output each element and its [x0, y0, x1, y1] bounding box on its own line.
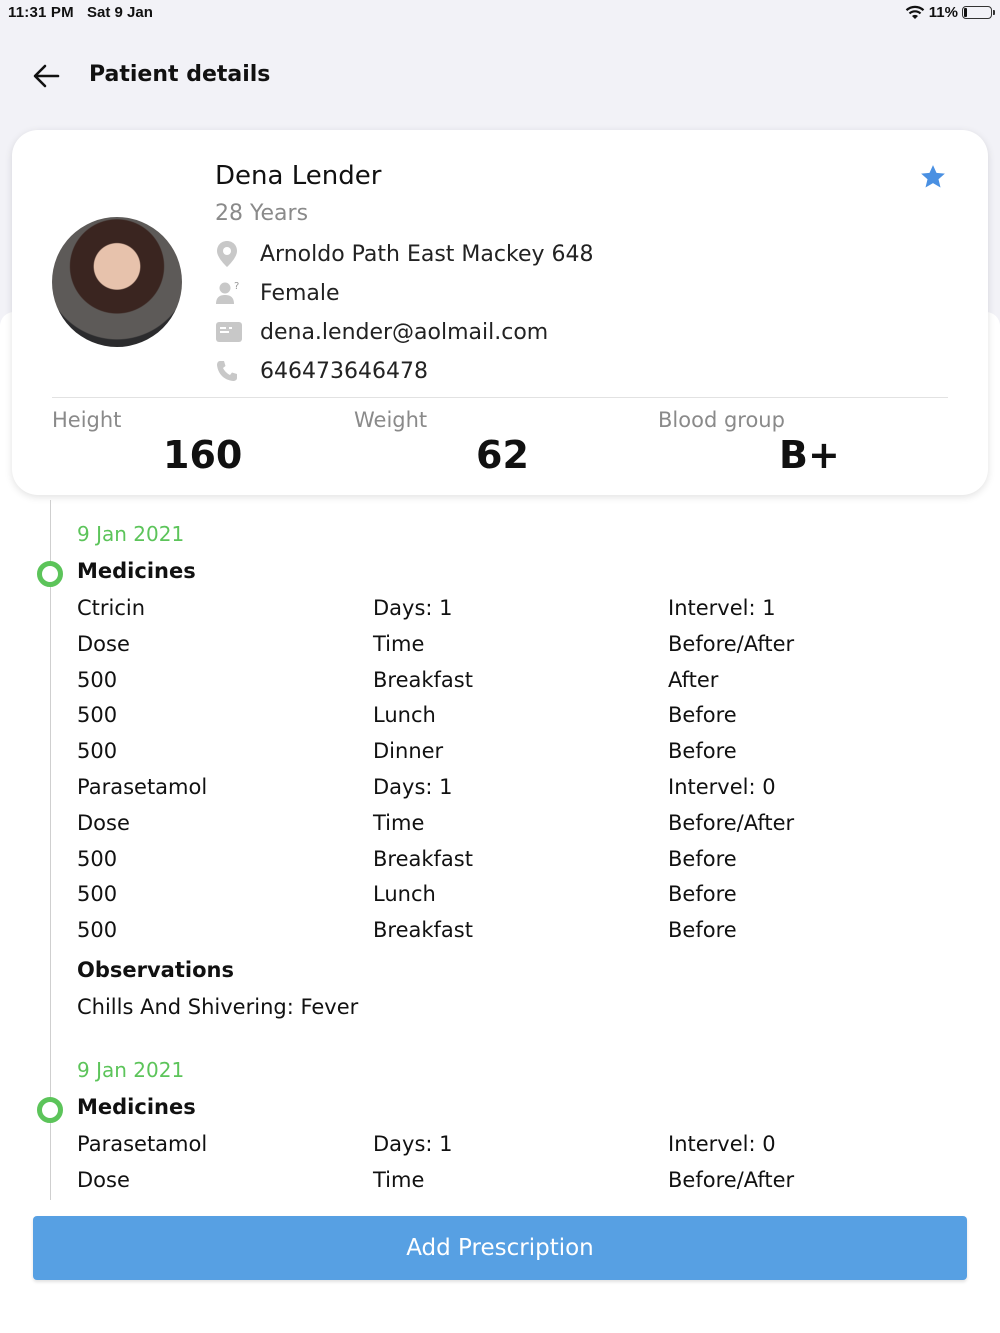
medicine-cell-interval: Before/After	[668, 810, 795, 835]
medicine-row: 500 Dinner Before	[77, 739, 977, 769]
medicine-cell-interval: Intervel: 0	[668, 775, 776, 799]
card-divider	[52, 397, 948, 398]
medicine-cell-name: 500	[77, 846, 118, 871]
medicine-cell-interval: Before	[668, 918, 737, 943]
address-row: Arnoldo Path East Mackey 648	[215, 238, 593, 270]
medicines-heading: Medicines	[77, 559, 196, 583]
patient-age: 28 Years	[215, 201, 309, 226]
medicine-cell-time: Lunch	[373, 703, 436, 728]
weight-value: 62	[476, 433, 529, 477]
medicine-cell-name: Parasetamol	[77, 1132, 208, 1156]
arrow-left-icon	[33, 64, 60, 88]
gender-person-icon: ?	[215, 277, 249, 309]
medicine-row: 500 Breakfast After	[77, 668, 977, 698]
status-bar: 11:31 PM Sat 9 Jan 11%	[0, 0, 1000, 30]
battery-icon	[962, 6, 995, 19]
patient-phone: 646473646478	[260, 358, 428, 384]
patient-email: dena.lender@aolmail.com	[260, 319, 549, 345]
nav-bar: Patient details	[0, 50, 1000, 102]
medicine-row: 500 Breakfast Before	[77, 918, 977, 948]
medicine-cell-time: Days: 1	[373, 1132, 453, 1156]
medicine-cell-interval: Before/After	[668, 1168, 795, 1192]
email-card-icon	[215, 316, 249, 348]
medicine-cell-name: 500	[77, 667, 118, 692]
add-prescription-button[interactable]: Add Prescription	[33, 1216, 967, 1280]
medicine-row: 500 Lunch Before	[77, 703, 977, 733]
medicine-cell-time: Breakfast	[373, 846, 473, 871]
medicine-cell-interval: After	[668, 667, 719, 692]
timeline-dot-icon	[37, 561, 63, 587]
medicine-cell-time: Breakfast	[373, 918, 473, 943]
medicine-cell-time: Days: 1	[373, 775, 453, 799]
medicine-row: Parasetamol Days: 1 Intervel: 0	[77, 775, 977, 805]
page-title: Patient details	[89, 62, 271, 87]
observations-text: Chills And Shivering: Fever	[77, 995, 359, 1019]
medicine-cell-name: Parasetamol	[77, 775, 208, 799]
blood-group-value: B+	[779, 433, 840, 477]
medicine-cell-time: Days: 1	[373, 596, 453, 620]
medicine-row: 500 Breakfast Before	[77, 847, 977, 877]
wifi-icon	[905, 5, 925, 19]
medicine-cell-interval: Before	[668, 882, 737, 907]
svg-text:?: ?	[234, 281, 239, 292]
back-button[interactable]	[30, 60, 70, 92]
medicine-cell-name: Dose	[77, 631, 130, 656]
patient-address: Arnoldo Path East Mackey 648	[260, 241, 594, 267]
medicine-cell-interval: Before	[668, 703, 737, 728]
phone-row: 646473646478	[215, 355, 428, 387]
star-icon[interactable]	[918, 162, 948, 192]
medicine-cell-time: Time	[373, 810, 425, 835]
medicine-cell-interval: Before	[668, 739, 737, 764]
medicine-cell-time: Dinner	[373, 739, 444, 764]
prescription-date: 9 Jan 2021	[77, 1058, 185, 1082]
status-time: 11:31 PM	[8, 4, 74, 21]
medicine-cell-time: Breakfast	[373, 667, 473, 692]
weight-label: Weight	[354, 408, 428, 432]
observations-heading: Observations	[77, 958, 234, 982]
medicine-row: 500 Lunch Before	[77, 882, 977, 912]
medicine-row: Ctricin Days: 1 Intervel: 1	[77, 596, 977, 626]
medicine-cell-name: 500	[77, 739, 118, 764]
height-label: Height	[52, 408, 122, 432]
location-pin-icon	[215, 238, 249, 270]
medicine-cell-time: Lunch	[373, 882, 436, 907]
medicines-heading: Medicines	[77, 1095, 196, 1119]
medicine-cell-name: Dose	[77, 810, 130, 835]
email-row: dena.lender@aolmail.com	[215, 316, 548, 348]
medicine-row: Dose Time Before/After	[77, 632, 977, 662]
blood-group-label: Blood group	[658, 408, 785, 432]
battery-fill	[964, 8, 967, 17]
medicine-cell-interval: Before	[668, 846, 737, 871]
medicine-cell-name: Dose	[77, 1168, 130, 1192]
status-right: 11%	[905, 4, 995, 21]
phone-icon	[215, 355, 249, 387]
height-value: 160	[163, 433, 243, 477]
medicine-cell-interval: Intervel: 1	[668, 596, 776, 620]
avatar	[52, 217, 182, 347]
medicine-cell-time: Time	[373, 1168, 425, 1192]
patient-name: Dena Lender	[215, 161, 382, 191]
medicine-cell-time: Time	[373, 631, 425, 656]
medicine-cell-name: Ctricin	[77, 596, 146, 620]
medicine-cell-name: 500	[77, 703, 118, 728]
medicine-cell-name: 500	[77, 918, 118, 943]
timeline-line	[50, 500, 51, 1200]
medicine-row: Parasetamol Days: 1 Intervel: 0	[77, 1132, 977, 1162]
medicine-cell-name: 500	[77, 882, 118, 907]
prescription-date: 9 Jan 2021	[77, 522, 185, 546]
medicine-cell-interval: Before/After	[668, 631, 795, 656]
status-date: Sat 9 Jan	[87, 4, 153, 21]
patient-card: Dena Lender 28 Years Arnoldo Path East M…	[12, 130, 988, 495]
medicine-cell-interval: Intervel: 0	[668, 1132, 776, 1156]
medicine-row: Dose Time Before/After	[77, 1168, 977, 1198]
battery-percent: 11%	[928, 4, 958, 21]
timeline-dot-icon	[37, 1097, 63, 1123]
medicine-row: Dose Time Before/After	[77, 811, 977, 841]
patient-gender: Female	[260, 280, 340, 306]
gender-row: ? Female	[215, 277, 340, 309]
